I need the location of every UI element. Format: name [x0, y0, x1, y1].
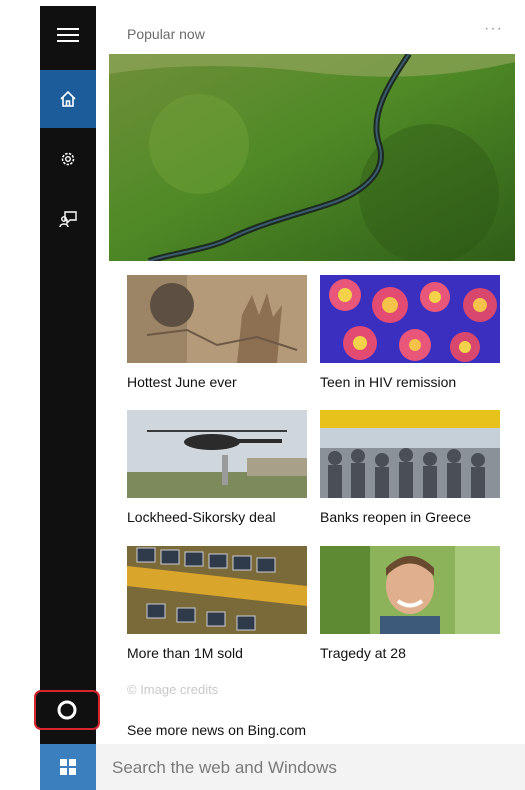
news-caption: Teen in HIV remission: [320, 374, 457, 390]
feedback-icon: [59, 211, 77, 228]
home-icon: [60, 90, 76, 107]
news-caption: Hottest June ever: [127, 374, 237, 390]
news-tile[interactable]: Banks reopen in Greece: [320, 410, 500, 525]
cracked-earth-image: [127, 275, 307, 363]
news-tile[interactable]: Teen in HIV remission: [320, 275, 500, 390]
sidebar: [40, 6, 96, 760]
section-title: Popular now: [127, 26, 205, 42]
news-image: [127, 410, 307, 498]
helicopter-image: [127, 410, 307, 498]
news-image: [127, 546, 307, 634]
news-image: [320, 275, 500, 363]
more-options-button[interactable]: ···: [484, 20, 503, 38]
taskbar: Search the web and Windows: [40, 744, 525, 790]
image-credits-link[interactable]: © Image credits: [127, 682, 218, 697]
sidebar-item-home[interactable]: [40, 70, 96, 128]
search-input[interactable]: Search the web and Windows: [112, 758, 337, 778]
news-tile[interactable]: Hottest June ever: [127, 275, 307, 390]
news-caption: Banks reopen in Greece: [320, 509, 471, 525]
portrait-image: [320, 546, 500, 634]
news-caption: Tragedy at 28: [320, 645, 406, 661]
sidebar-item-settings[interactable]: [40, 130, 96, 188]
news-image: [320, 546, 500, 634]
news-caption: Lockheed-Sikorsky deal: [127, 509, 276, 525]
river-landscape-image: [109, 54, 515, 261]
cortana-circle-icon: [57, 700, 77, 720]
hamburger-menu-button[interactable]: [40, 6, 96, 64]
hero-image[interactable]: [109, 54, 515, 261]
cortana-button[interactable]: [34, 690, 100, 730]
bank-queue-image: [320, 410, 500, 498]
news-image: [127, 275, 307, 363]
phones-assembly-image: [127, 546, 307, 634]
hiv-cells-image: [320, 275, 500, 363]
hamburger-menu-icon: [57, 28, 79, 42]
news-tile[interactable]: Tragedy at 28: [320, 546, 500, 661]
news-image: [320, 410, 500, 498]
sidebar-item-feedback[interactable]: [40, 190, 96, 248]
news-caption: More than 1M sold: [127, 645, 243, 661]
news-feed: Popular now ··· Hottest June ever Teen i…: [97, 6, 525, 744]
see-more-news-link[interactable]: See more news on Bing.com: [127, 722, 306, 738]
windows-logo-icon: [60, 759, 76, 775]
news-tile[interactable]: More than 1M sold: [127, 546, 307, 661]
news-tile[interactable]: Lockheed-Sikorsky deal: [127, 410, 307, 525]
start-button[interactable]: [40, 744, 96, 790]
gear-icon: [61, 152, 75, 166]
